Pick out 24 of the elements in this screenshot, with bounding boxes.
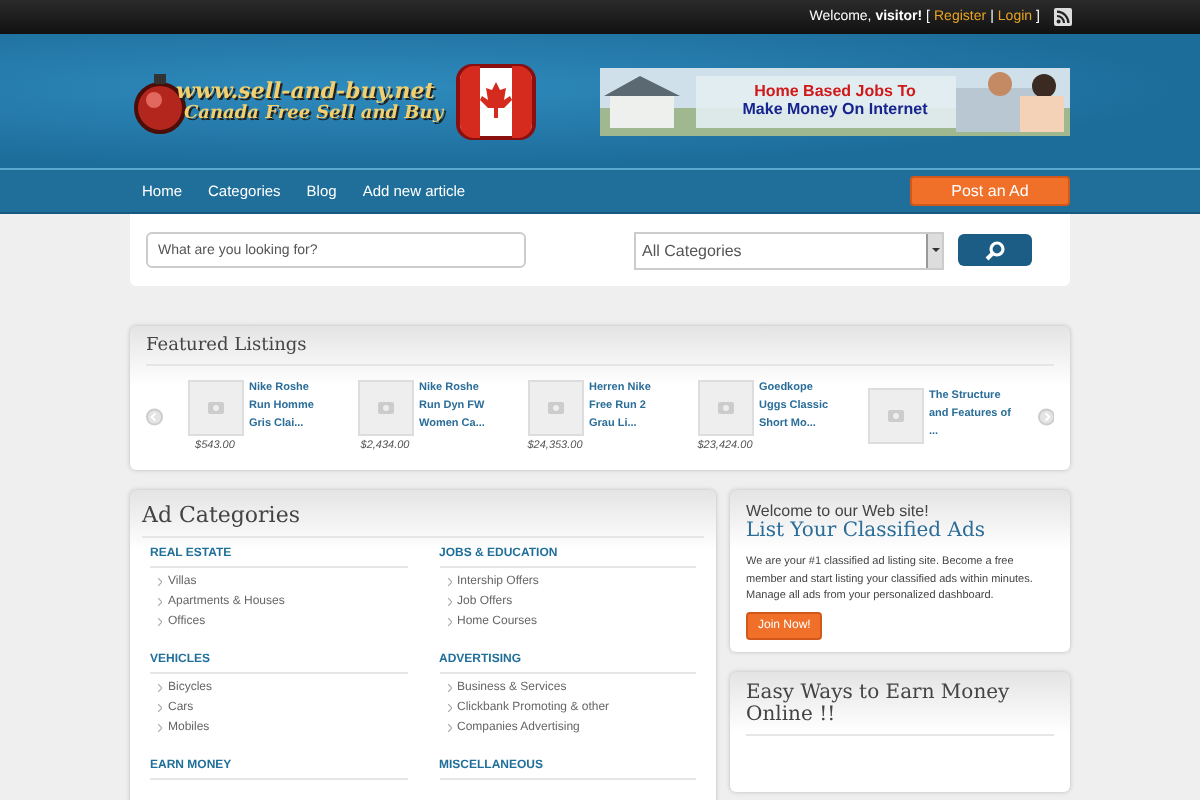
welcome-title: List Your Classified Ads (746, 520, 986, 542)
listing-thumbnail[interactable] (187, 380, 243, 436)
section-title: Ad Categories (142, 490, 704, 538)
banner-headline: Make Money On Internet (742, 99, 928, 117)
listing-thumbnail[interactable] (357, 380, 413, 436)
search-button[interactable] (958, 234, 1032, 266)
post-ad-button[interactable]: Post an Ad (910, 176, 1070, 206)
listing-thumbnail[interactable] (527, 380, 583, 436)
section-title: Easy Ways to Earn Money Online !! (746, 671, 1054, 735)
listing-thumbnail[interactable] (867, 388, 923, 444)
welcome-kicker: Welcome to our Web site! (746, 502, 929, 520)
dropdown-arrow-icon (931, 246, 939, 254)
banner-headline: Home Based Jobs To (754, 81, 916, 99)
category-dropdown[interactable]: All Categories (634, 231, 944, 269)
rss-icon[interactable] (1054, 8, 1072, 26)
banner-ad[interactable]: Home Based Jobs To Make Money On Internet (600, 67, 1070, 135)
next-arrow-icon[interactable] (1037, 407, 1054, 425)
listing-thumbnail[interactable] (697, 380, 753, 436)
section-title: Featured Listings (146, 326, 1054, 366)
search-icon (984, 239, 1006, 261)
canada-flag-icon (455, 63, 536, 139)
previous-arrow-icon[interactable] (146, 407, 163, 425)
site-tagline: Canada Free Sell and Buy (184, 104, 444, 124)
site-name: www.sell-and-buy.net (176, 78, 437, 104)
